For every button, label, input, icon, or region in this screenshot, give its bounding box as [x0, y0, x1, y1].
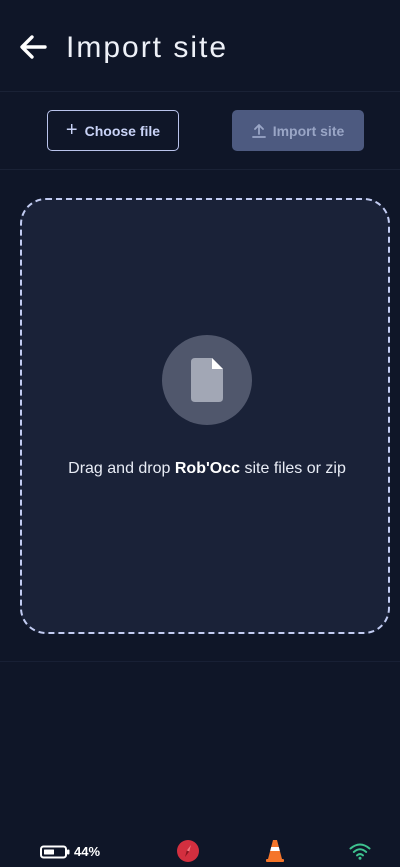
wifi-icon — [349, 843, 371, 860]
import-site-button[interactable]: Import site — [232, 110, 364, 151]
header-bar: Import site — [0, 0, 400, 92]
status-bar: 44% — [0, 834, 400, 866]
battery-percentage: 44% — [74, 844, 101, 859]
content-divider — [0, 661, 400, 662]
choose-file-label: Choose file — [84, 122, 161, 139]
upload-icon — [251, 123, 266, 138]
file-icon-circle — [162, 335, 252, 425]
plus-icon: + — [65, 118, 78, 141]
file-icon — [191, 358, 223, 402]
import-site-label: Import site — [272, 122, 345, 139]
dropzone-text-before: Drag and drop — [68, 460, 175, 477]
traffic-cone-icon — [266, 840, 284, 862]
back-button[interactable] — [18, 32, 48, 62]
battery-icon — [40, 845, 70, 858]
action-toolbar: + Choose file Import site — [0, 92, 400, 170]
arrow-left-icon — [20, 35, 47, 59]
compass-status[interactable] — [177, 840, 199, 867]
file-dropzone[interactable]: Drag and drop Rob'Occ site files or zip — [20, 198, 390, 634]
battery-indicator: 44% — [40, 844, 100, 859]
choose-file-button[interactable]: + Choose file — [47, 110, 179, 151]
cone-status[interactable] — [265, 840, 285, 867]
dropzone-text-after: site files or zip — [240, 460, 346, 477]
compass-icon — [177, 840, 199, 862]
dropzone-app-name: Rob'Occ — [174, 460, 241, 477]
wifi-status[interactable] — [349, 842, 371, 865]
dropzone-instructions: Drag and drop Rob'Occ site files or zip — [42, 458, 372, 479]
page-title: Import site — [66, 31, 229, 64]
